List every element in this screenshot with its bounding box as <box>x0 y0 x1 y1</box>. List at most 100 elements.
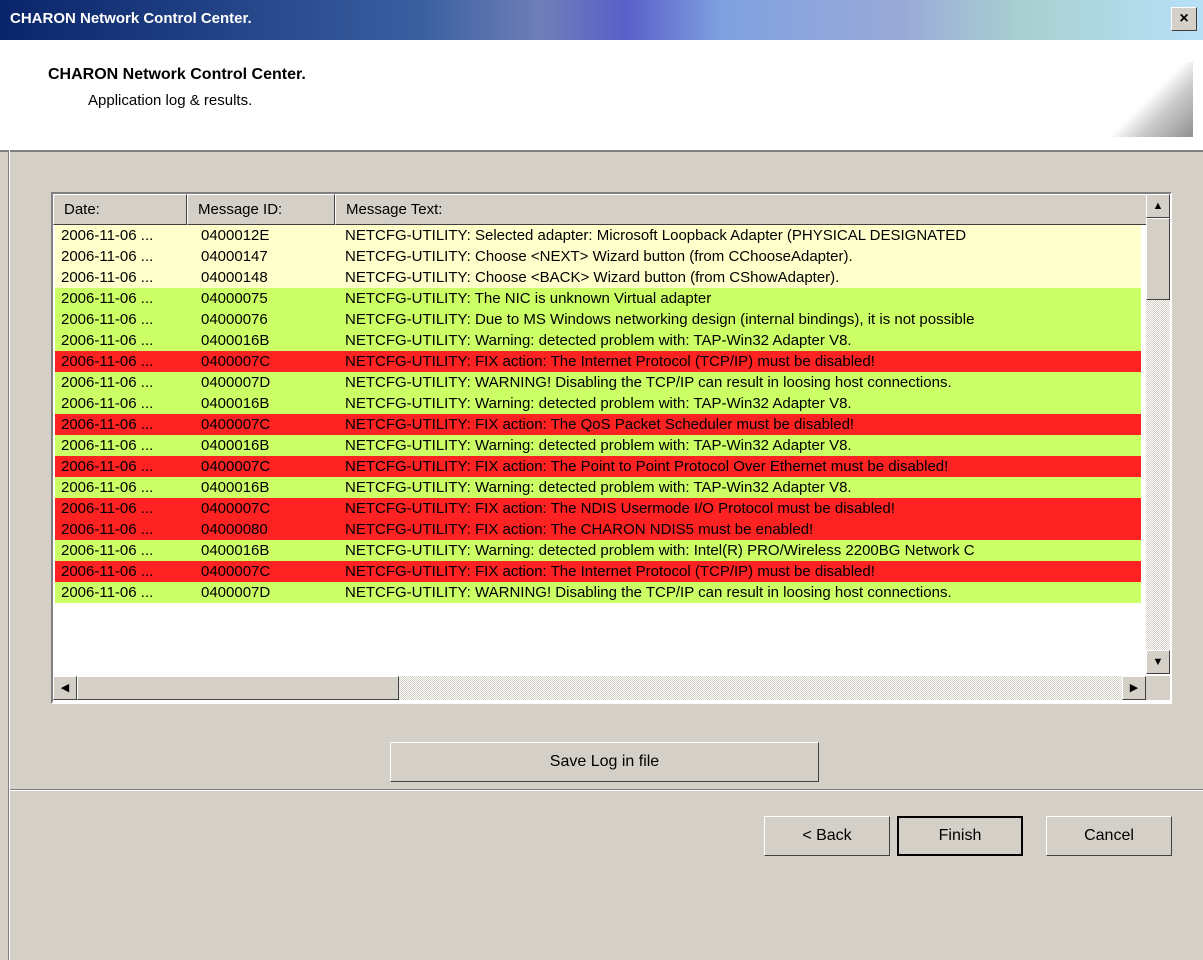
table-row[interactable]: 2006-11-06 ... 04000148 NETCFG-UTILITY: Ch… <box>55 267 1141 288</box>
table-row[interactable]: 2006-11-06 ... 04000080 NETCFG-UTILITY: FI… <box>55 519 1141 540</box>
table-row[interactable]: 2006-11-06 ... 0400007C NETCFG-UTILITY: FI… <box>55 414 1141 435</box>
cell-date: 2006-11-06 ... <box>61 227 154 244</box>
table-row[interactable]: 2006-11-06 ... 0400007C NETCFG-UTILITY: FI… <box>55 561 1141 582</box>
cell-message-id: 0400012E <box>201 227 270 244</box>
cell-message-id: 04000076 <box>201 311 268 328</box>
log-listview[interactable]: Date: Message ID: Message Text: 2006-11-… <box>51 192 1172 704</box>
cell-message-id: 0400016B <box>201 395 270 412</box>
cell-message-text: NETCFG-UTILITY: FIX action: The QoS Pack… <box>345 416 855 433</box>
table-row[interactable]: 2006-11-06 ... 0400012E NETCFG-UTILITY: Se… <box>55 225 1141 246</box>
table-row[interactable]: 2006-11-06 ... 0400016B NETCFG-UTILITY: Wa… <box>55 540 1141 561</box>
cell-date: 2006-11-06 ... <box>61 353 154 370</box>
left-border <box>8 150 10 960</box>
scrollbar-corner <box>1146 676 1170 700</box>
cell-date: 2006-11-06 ... <box>61 458 154 475</box>
finish-button[interactable]: Finish <box>897 816 1023 856</box>
cell-message-id: 04000148 <box>201 269 268 286</box>
cell-message-id: 0400016B <box>201 437 270 454</box>
table-row[interactable]: 2006-11-06 ... 0400016B NETCFG-UTILITY: Wa… <box>55 477 1141 498</box>
cell-message-text: NETCFG-UTILITY: Warning: detected proble… <box>345 437 852 454</box>
cell-message-id: 0400007C <box>201 563 271 580</box>
cell-message-text: NETCFG-UTILITY: Warning: detected proble… <box>345 332 852 349</box>
scroll-down-button[interactable]: ▼ <box>1146 650 1170 674</box>
cell-date: 2006-11-06 ... <box>61 542 154 559</box>
table-row[interactable]: 2006-11-06 ... 0400007D NETCFG-UTILITY: WA… <box>55 582 1141 603</box>
cell-message-text: NETCFG-UTILITY: The NIC is unknown Virtu… <box>345 290 712 307</box>
cell-date: 2006-11-06 ... <box>61 374 154 391</box>
cell-message-text: NETCFG-UTILITY: Selected adapter: Micros… <box>345 227 967 244</box>
cell-message-id: 04000075 <box>201 290 268 307</box>
cell-message-text: NETCFG-UTILITY: FIX action: The Internet… <box>345 563 875 580</box>
cell-date: 2006-11-06 ... <box>61 269 154 286</box>
cell-message-text: NETCFG-UTILITY: FIX action: The Internet… <box>345 353 875 370</box>
vertical-scrollbar[interactable]: ▲ ▼ <box>1146 194 1170 674</box>
cell-message-id: 0400007D <box>201 374 271 391</box>
cell-message-text: NETCFG-UTILITY: WARNING! Disabling the T… <box>345 374 952 391</box>
scroll-right-button[interactable]: ▶ <box>1122 676 1146 700</box>
close-button[interactable]: × <box>1171 7 1197 31</box>
table-row[interactable]: 2006-11-06 ... 0400007C NETCFG-UTILITY: FI… <box>55 456 1141 477</box>
cell-date: 2006-11-06 ... <box>61 416 154 433</box>
wizard-header: CHARON Network Control Center. Applicati… <box>0 40 1203 152</box>
header-title: CHARON Network Control Center. <box>48 66 306 83</box>
table-row[interactable]: 2006-11-06 ... 04000075 NETCFG-UTILITY: Th… <box>55 288 1141 309</box>
table-row[interactable]: 2006-11-06 ... 04000076 NETCFG-UTILITY: Du… <box>55 309 1141 330</box>
cell-date: 2006-11-06 ... <box>61 332 154 349</box>
back-button[interactable]: < Back <box>764 816 890 856</box>
save-log-button[interactable]: Save Log in file <box>390 742 819 782</box>
cell-message-text: NETCFG-UTILITY: Warning: detected proble… <box>345 542 975 559</box>
horizontal-scrollbar[interactable]: ◀ ▶ <box>53 676 1146 700</box>
cell-message-text: NETCFG-UTILITY: WARNING! Disabling the T… <box>345 584 952 601</box>
cell-date: 2006-11-06 ... <box>61 479 154 496</box>
cell-message-text: NETCFG-UTILITY: Due to MS Windows networ… <box>345 311 975 328</box>
column-message-id[interactable]: Message ID: <box>187 194 335 225</box>
scroll-left-button[interactable]: ◀ <box>53 676 77 700</box>
cell-message-id: 0400016B <box>201 542 270 559</box>
header-graphic-icon <box>1098 62 1193 137</box>
table-row[interactable]: 2006-11-06 ... 0400016B NETCFG-UTILITY: Wa… <box>55 435 1141 456</box>
cell-date: 2006-11-06 ... <box>61 311 154 328</box>
cell-message-id: 04000147 <box>201 248 268 265</box>
cell-date: 2006-11-06 ... <box>61 563 154 580</box>
cell-message-id: 04000080 <box>201 521 268 538</box>
separator <box>10 789 1203 791</box>
table-row[interactable]: 2006-11-06 ... 0400007C NETCFG-UTILITY: FI… <box>55 498 1141 519</box>
table-row[interactable]: 2006-11-06 ... 0400007C NETCFG-UTILITY: FI… <box>55 351 1141 372</box>
column-message-text[interactable]: Message Text: <box>335 194 1147 225</box>
vertical-scroll-thumb[interactable] <box>1146 218 1170 300</box>
log-rows: 2006-11-06 ... 0400012E NETCFG-UTILITY: Se… <box>55 225 1141 673</box>
cell-date: 2006-11-06 ... <box>61 500 154 517</box>
cell-message-id: 0400016B <box>201 479 270 496</box>
cell-message-text: NETCFG-UTILITY: Choose <NEXT> Wizard but… <box>345 248 853 265</box>
cell-message-text: NETCFG-UTILITY: Choose <BACK> Wizard but… <box>345 269 840 286</box>
cell-message-id: 0400007C <box>201 500 271 517</box>
cell-message-id: 0400016B <box>201 332 270 349</box>
column-header: Date: Message ID: Message Text: <box>53 194 1147 225</box>
cell-message-id: 0400007C <box>201 458 271 475</box>
cell-message-id: 0400007D <box>201 584 271 601</box>
header-subtitle: Application log & results. <box>88 92 253 109</box>
cell-date: 2006-11-06 ... <box>61 521 154 538</box>
cell-message-text: NETCFG-UTILITY: FIX action: The NDIS Use… <box>345 500 895 517</box>
cell-date: 2006-11-06 ... <box>61 248 154 265</box>
cell-date: 2006-11-06 ... <box>61 290 154 307</box>
table-row[interactable]: 2006-11-06 ... 0400016B NETCFG-UTILITY: Wa… <box>55 330 1141 351</box>
horizontal-scroll-thumb[interactable] <box>77 676 399 700</box>
cancel-button[interactable]: Cancel <box>1046 816 1172 856</box>
cell-message-text: NETCFG-UTILITY: FIX action: The CHARON N… <box>345 521 814 538</box>
cell-date: 2006-11-06 ... <box>61 584 154 601</box>
table-row[interactable]: 2006-11-06 ... 0400016B NETCFG-UTILITY: Wa… <box>55 393 1141 414</box>
column-date[interactable]: Date: <box>53 194 187 225</box>
cell-message-text: NETCFG-UTILITY: Warning: detected proble… <box>345 479 852 496</box>
title-bar[interactable]: CHARON Network Control Center. × <box>0 0 1203 40</box>
cell-message-id: 0400007C <box>201 416 271 433</box>
scroll-up-button[interactable]: ▲ <box>1146 194 1170 218</box>
cell-message-text: NETCFG-UTILITY: Warning: detected proble… <box>345 395 852 412</box>
cell-message-text: NETCFG-UTILITY: FIX action: The Point to… <box>345 458 949 475</box>
table-row[interactable]: 2006-11-06 ... 0400007D NETCFG-UTILITY: WA… <box>55 372 1141 393</box>
cell-date: 2006-11-06 ... <box>61 395 154 412</box>
window-title: CHARON Network Control Center. <box>10 10 252 27</box>
table-row[interactable]: 2006-11-06 ... 04000147 NETCFG-UTILITY: Ch… <box>55 246 1141 267</box>
cell-date: 2006-11-06 ... <box>61 437 154 454</box>
cell-message-id: 0400007C <box>201 353 271 370</box>
